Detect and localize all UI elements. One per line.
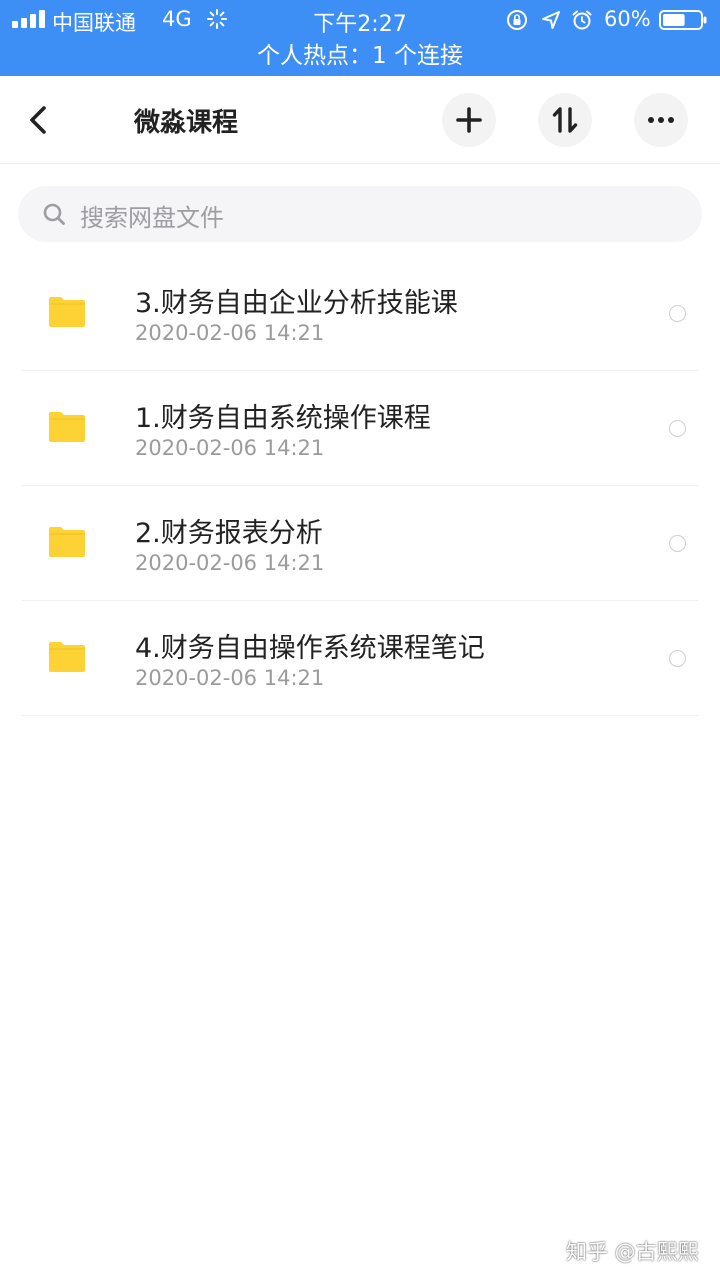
search-icon bbox=[43, 203, 65, 225]
file-name: 3.财务自由企业分析技能课 bbox=[135, 288, 458, 319]
file-name: 4.财务自由操作系统课程笔记 bbox=[135, 633, 485, 664]
search-input[interactable]: 搜索网盘文件 bbox=[18, 186, 702, 242]
search-placeholder: 搜索网盘文件 bbox=[80, 204, 224, 232]
status-bar: 中国联通 4G 下午2:27 60% 个人热点：1 个连接 bbox=[0, 0, 720, 76]
page-title: 微淼课程 bbox=[134, 108, 239, 138]
location-icon bbox=[542, 11, 560, 29]
battery-icon bbox=[659, 10, 707, 30]
rotation-lock-icon bbox=[507, 10, 527, 30]
file-date: 2020-02-06 14:21 bbox=[135, 436, 325, 460]
list-item[interactable]: 3.财务自由企业分析技能课 2020-02-06 14:21 bbox=[0, 256, 720, 371]
more-button[interactable] bbox=[634, 93, 688, 147]
select-radio[interactable] bbox=[669, 535, 686, 552]
folder-icon bbox=[49, 297, 85, 327]
status-row: 中国联通 4G 下午2:27 60% bbox=[0, 0, 720, 38]
more-icon bbox=[648, 117, 674, 123]
sort-icon bbox=[552, 107, 578, 133]
file-date: 2020-02-06 14:21 bbox=[135, 551, 325, 575]
folder-icon bbox=[49, 642, 85, 672]
folder-icon bbox=[49, 412, 85, 442]
sort-button[interactable] bbox=[538, 93, 592, 147]
select-radio[interactable] bbox=[669, 420, 686, 437]
folder-icon bbox=[49, 527, 85, 557]
list-item[interactable]: 4.财务自由操作系统课程笔记 2020-02-06 14:21 bbox=[0, 601, 720, 716]
watermark: 知乎 @古熙熙 bbox=[566, 1240, 699, 1264]
back-icon bbox=[30, 106, 46, 134]
file-date: 2020-02-06 14:21 bbox=[135, 321, 325, 345]
select-radio[interactable] bbox=[669, 305, 686, 322]
nav-bar: 微淼课程 bbox=[0, 76, 720, 164]
back-button[interactable] bbox=[22, 100, 58, 140]
battery-percent: 60% bbox=[604, 7, 651, 31]
divider bbox=[22, 715, 698, 716]
list-item[interactable]: 2.财务报表分析 2020-02-06 14:21 bbox=[0, 486, 720, 601]
plus-icon bbox=[456, 107, 482, 133]
select-radio[interactable] bbox=[669, 650, 686, 667]
add-button[interactable] bbox=[442, 93, 496, 147]
file-list: 3.财务自由企业分析技能课 2020-02-06 14:21 1.财务自由系统操… bbox=[0, 256, 720, 716]
list-item[interactable]: 1.财务自由系统操作课程 2020-02-06 14:21 bbox=[0, 371, 720, 486]
file-name: 1.财务自由系统操作课程 bbox=[135, 403, 431, 434]
file-name: 2.财务报表分析 bbox=[135, 518, 323, 549]
hotspot-banner[interactable]: 个人热点：1 个连接 bbox=[0, 38, 720, 76]
alarm-icon bbox=[572, 10, 592, 30]
file-date: 2020-02-06 14:21 bbox=[135, 666, 325, 690]
